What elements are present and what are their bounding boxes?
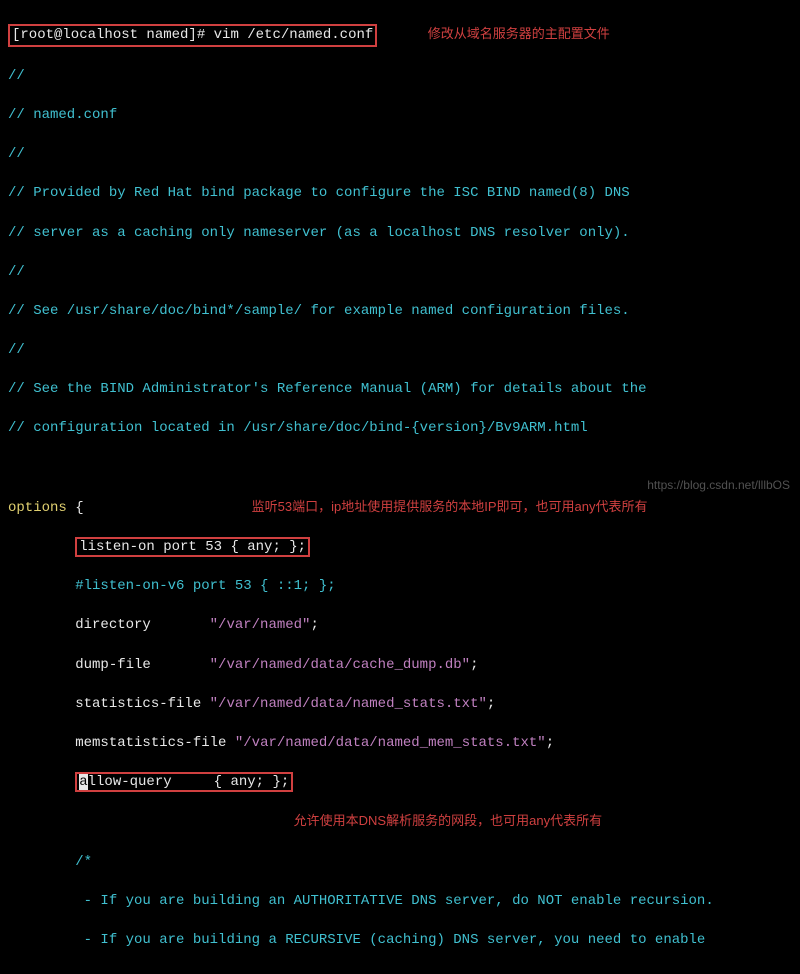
listen-on-line: listen-on port 53 { any; }; xyxy=(8,538,792,558)
comment-line: // configuration located in /usr/share/d… xyxy=(8,419,792,439)
watermark: https://blog.csdn.net/lllbOS xyxy=(647,477,790,494)
comment-line: // server as a caching only nameserver (… xyxy=(8,224,792,244)
blank-line xyxy=(8,459,792,479)
block-comment-line: - If you are building a RECURSIVE (cachi… xyxy=(8,931,792,951)
comment-line: // xyxy=(8,145,792,165)
block-comment-open: /* xyxy=(8,853,792,873)
vim-cursor[interactable]: a xyxy=(79,774,87,790)
comment-line: // xyxy=(8,341,792,361)
shell-command: vim /etc/named.conf xyxy=(214,27,374,43)
options-keyword: options xyxy=(8,500,75,516)
dump-file-line: dump-file "/var/named/data/cache_dump.db… xyxy=(8,656,792,676)
comment-line: // xyxy=(8,263,792,283)
annotation-top: 修改从域名服务器的主配置文件 xyxy=(428,26,610,41)
directory-line: directory "/var/named"; xyxy=(8,616,792,636)
comment-line: // named.conf xyxy=(8,106,792,126)
comment-line: // See /usr/share/doc/bind*/sample/ for … xyxy=(8,302,792,322)
listen-v6-line: #listen-on-v6 port 53 { ::1; }; xyxy=(8,577,792,597)
options-line: options { 监听53端口，ip地址使用提供服务的本地IP即可，也可用an… xyxy=(8,498,792,519)
prompt-line: [root@localhost named]# vim /etc/named.c… xyxy=(8,24,792,48)
block-comment-line: - If you are building an AUTHORITATIVE D… xyxy=(8,892,792,912)
stats-file-line: statistics-file "/var/named/data/named_s… xyxy=(8,695,792,715)
annotation-allow-line: 允许使用本DNS解析服务的网段，也可用any代表所有 xyxy=(8,812,792,833)
comment-line: // See the BIND Administrator's Referenc… xyxy=(8,380,792,400)
allow-query-line: allow-query { any; }; xyxy=(8,773,792,793)
comment-line: // Provided by Red Hat bind package to c… xyxy=(8,184,792,204)
memstats-line: memstatistics-file "/var/named/data/name… xyxy=(8,734,792,754)
comment-line: // xyxy=(8,67,792,87)
annotation-listen: 监听53端口，ip地址使用提供服务的本地IP即可，也可用any代表所有 xyxy=(252,499,648,514)
shell-prompt: [root@localhost named]# xyxy=(12,27,205,43)
annotation-allow: 允许使用本DNS解析服务的网段，也可用any代表所有 xyxy=(294,813,602,828)
